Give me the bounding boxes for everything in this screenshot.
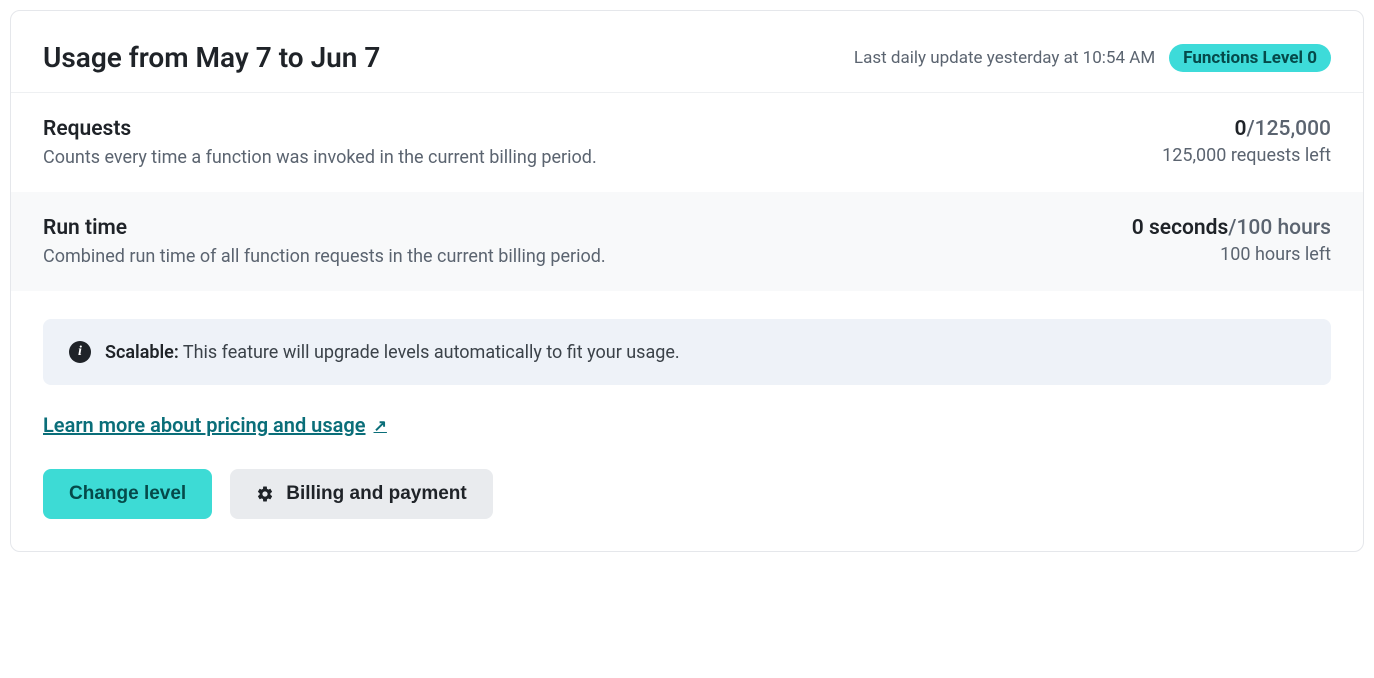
last-update-text: Last daily update yesterday at 10:54 AM <box>854 48 1155 68</box>
metric-description: Combined run time of all function reques… <box>43 246 606 267</box>
change-level-button[interactable]: Change level <box>43 469 212 519</box>
scalable-info-box: i Scalable: This feature will upgrade le… <box>43 319 1331 385</box>
gear-icon <box>256 485 274 503</box>
metric-left: Run time Combined run time of all functi… <box>43 216 606 267</box>
button-row: Change level Billing and payment <box>43 469 1331 519</box>
metric-runtime: Run time Combined run time of all functi… <box>11 192 1363 291</box>
info-body: This feature will upgrade levels automat… <box>179 342 680 363</box>
metric-right: 0/125,000 125,000 requests left <box>1162 117 1331 166</box>
button-label: Change level <box>69 483 186 505</box>
info-icon: i <box>69 341 91 363</box>
usage-card: Usage from May 7 to Jun 7 Last daily upd… <box>10 10 1364 552</box>
header-right: Last daily update yesterday at 10:54 AM … <box>854 44 1331 72</box>
card-footer: i Scalable: This feature will upgrade le… <box>11 291 1363 551</box>
metric-value: 0 seconds/100 hours <box>1132 216 1331 240</box>
metric-limit: /100 hours <box>1228 216 1331 240</box>
button-label: Billing and payment <box>286 483 467 505</box>
metric-used: 0 seconds <box>1132 216 1229 240</box>
metric-requests: Requests Counts every time a function wa… <box>11 93 1363 192</box>
metric-remaining: 125,000 requests left <box>1162 145 1331 166</box>
metric-title: Run time <box>43 216 606 240</box>
learn-more-text: Learn more about pricing and usage <box>43 413 366 437</box>
card-title: Usage from May 7 to Jun 7 <box>43 41 380 74</box>
metric-remaining: 100 hours left <box>1132 244 1331 265</box>
metric-title: Requests <box>43 117 597 141</box>
metric-limit: /125,000 <box>1246 117 1331 141</box>
metric-used: 0 <box>1234 117 1246 141</box>
learn-more-link[interactable]: Learn more about pricing and usage ↗ <box>43 413 387 437</box>
info-label: Scalable: <box>105 342 179 363</box>
metric-right: 0 seconds/100 hours 100 hours left <box>1132 216 1331 265</box>
card-header: Usage from May 7 to Jun 7 Last daily upd… <box>11 11 1363 93</box>
level-badge: Functions Level 0 <box>1169 44 1331 72</box>
metric-description: Counts every time a function was invoked… <box>43 147 597 168</box>
billing-payment-button[interactable]: Billing and payment <box>230 469 493 519</box>
metric-value: 0/125,000 <box>1162 117 1331 141</box>
external-link-icon: ↗ <box>374 416 387 435</box>
info-text: Scalable: This feature will upgrade leve… <box>105 342 680 363</box>
metric-left: Requests Counts every time a function wa… <box>43 117 597 168</box>
